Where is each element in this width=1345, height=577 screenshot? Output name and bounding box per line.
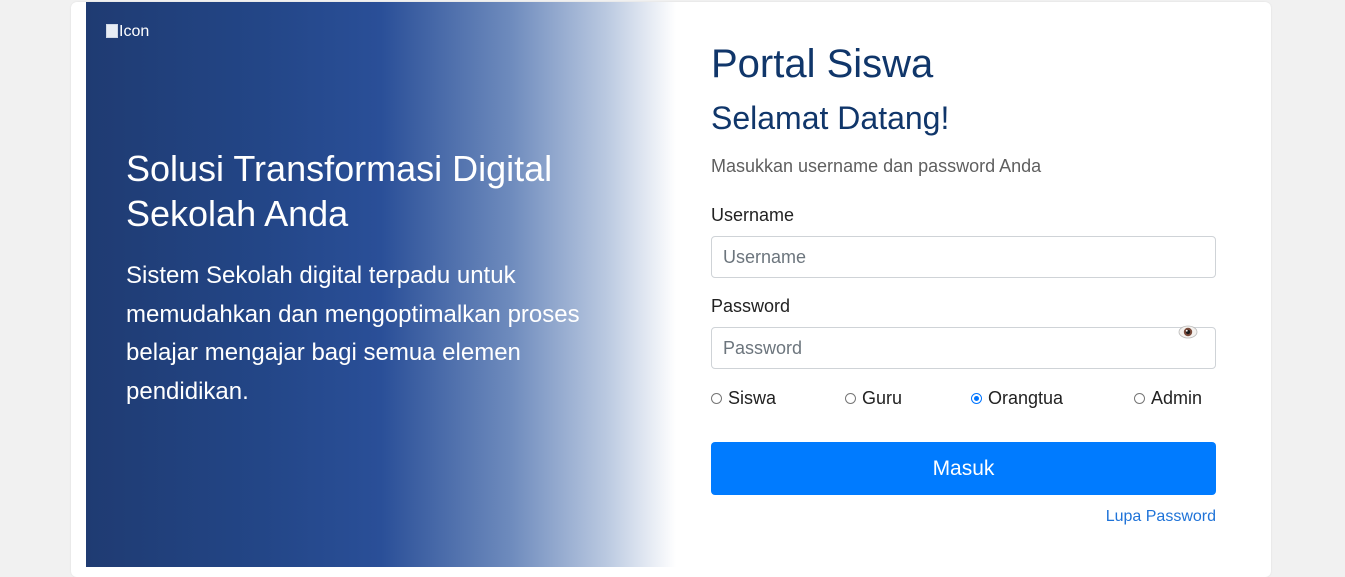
username-input[interactable]: [711, 236, 1216, 278]
role-option-admin[interactable]: Admin: [1134, 388, 1202, 409]
forgot-password-link[interactable]: Lupa Password: [1106, 508, 1216, 526]
password-label: Password: [711, 296, 791, 316]
role-label: Guru: [862, 388, 903, 408]
role-option-orangtua[interactable]: Orangtua: [971, 388, 1063, 409]
school-logo: Icon: [106, 22, 149, 42]
radio-button[interactable]: [845, 393, 856, 404]
role-selector: Siswa Guru Orangtua Admin: [711, 388, 1216, 410]
role-label: Orangtua: [988, 388, 1064, 408]
hero-title: Solusi Transformasi Digital Sekolah Anda: [126, 148, 553, 234]
eye-icon[interactable]: [1178, 325, 1198, 339]
radio-button-selected[interactable]: [971, 393, 982, 404]
login-instruction: Masukkan username dan password Anda: [711, 156, 1042, 176]
role-label: Admin: [1151, 388, 1203, 408]
password-input[interactable]: [711, 327, 1216, 369]
welcome-heading: Selamat Datang!: [711, 100, 950, 136]
username-label: Username: [711, 205, 795, 225]
role-option-siswa[interactable]: Siswa: [711, 388, 776, 409]
logo-alt-text: Icon: [119, 23, 150, 40]
broken-image-icon: [106, 24, 118, 38]
radio-button[interactable]: [711, 393, 722, 404]
radio-button[interactable]: [1134, 393, 1145, 404]
hero-description: Sistem Sekolah digital terpadu untuk mem…: [126, 262, 580, 405]
role-option-guru[interactable]: Guru: [845, 388, 902, 409]
login-button[interactable]: Masuk: [711, 442, 1216, 495]
portal-title: Portal Siswa: [711, 42, 934, 86]
role-label: Siswa: [728, 388, 777, 408]
